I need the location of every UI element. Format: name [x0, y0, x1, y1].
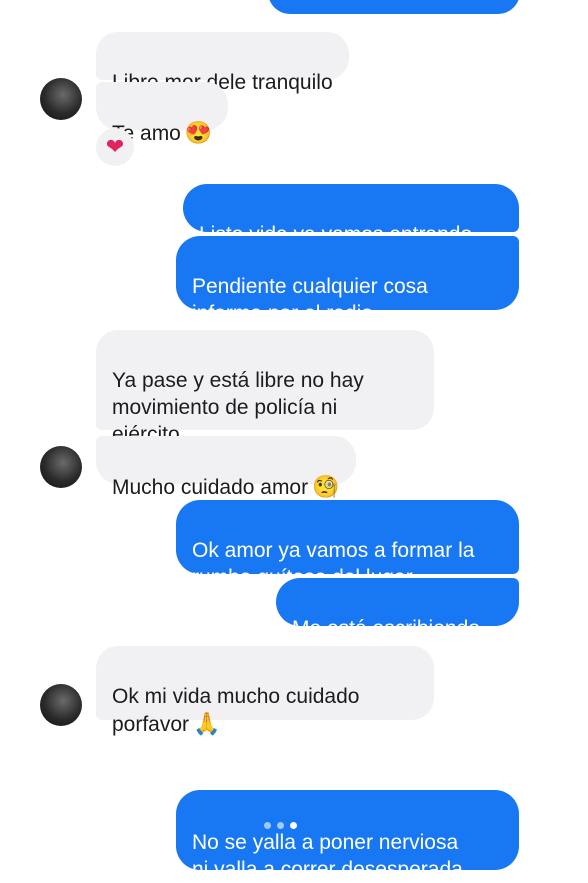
- message-text: No se yalla a poner nerviosa ni valla a …: [192, 831, 463, 881]
- message-bubble-incoming[interactable]: Libre mor dele tranquilo: [96, 32, 349, 94]
- message-bubble-incoming[interactable]: Mucho cuidado amor 🧐: [96, 436, 356, 499]
- carousel-page-indicator[interactable]: [264, 822, 297, 829]
- contact-avatar[interactable]: [40, 446, 82, 488]
- message-bubble-outgoing[interactable]: Me está escribiendo: [276, 578, 519, 640]
- message-text: Ya pase y está libre no hay movimiento d…: [112, 369, 364, 446]
- face-with-monocle-emoji-icon: 🧐: [312, 474, 340, 499]
- message-text: Me está escribiendo: [292, 617, 480, 640]
- page-dot-active: [290, 822, 297, 829]
- message-text: Pendiente cualquier cosa informa por el …: [192, 275, 428, 325]
- message-bubble-outgoing[interactable]: No se yalla a poner nerviosa ni valla a …: [176, 790, 519, 881]
- heart-reaction-glyph: ❤: [105, 134, 125, 159]
- message-bubble-outgoing[interactable]: Pendiente cualquier cosa informa por el …: [176, 236, 519, 325]
- message-bubble-incoming[interactable]: Te amo 😍: [96, 82, 229, 145]
- contact-avatar[interactable]: [40, 684, 82, 726]
- contact-avatar[interactable]: [40, 78, 82, 120]
- heart-icon[interactable]: ❤: [96, 128, 134, 166]
- message-bubble-outgoing-partial[interactable]: [268, 0, 520, 14]
- message-bubble-outgoing[interactable]: Ok amor ya vamos a formar la rumba quíte…: [176, 500, 519, 589]
- folded-hands-emoji-icon: 🙏: [193, 711, 221, 736]
- message-bubble-incoming[interactable]: Ya pase y está libre no hay movimiento d…: [96, 330, 434, 446]
- page-dot: [277, 822, 284, 829]
- message-bubble-incoming[interactable]: Ok mi vida mucho cuidado porfavor 🙏: [96, 646, 434, 736]
- message-bubble-outgoing[interactable]: Listo vida ya vamos entrando: [183, 184, 519, 246]
- heart-eyes-emoji-icon: 😍: [184, 120, 213, 145]
- page-dot: [264, 822, 271, 829]
- message-text: Mucho cuidado amor: [112, 476, 309, 499]
- message-text: Ok mi vida mucho cuidado porfavor: [112, 685, 360, 736]
